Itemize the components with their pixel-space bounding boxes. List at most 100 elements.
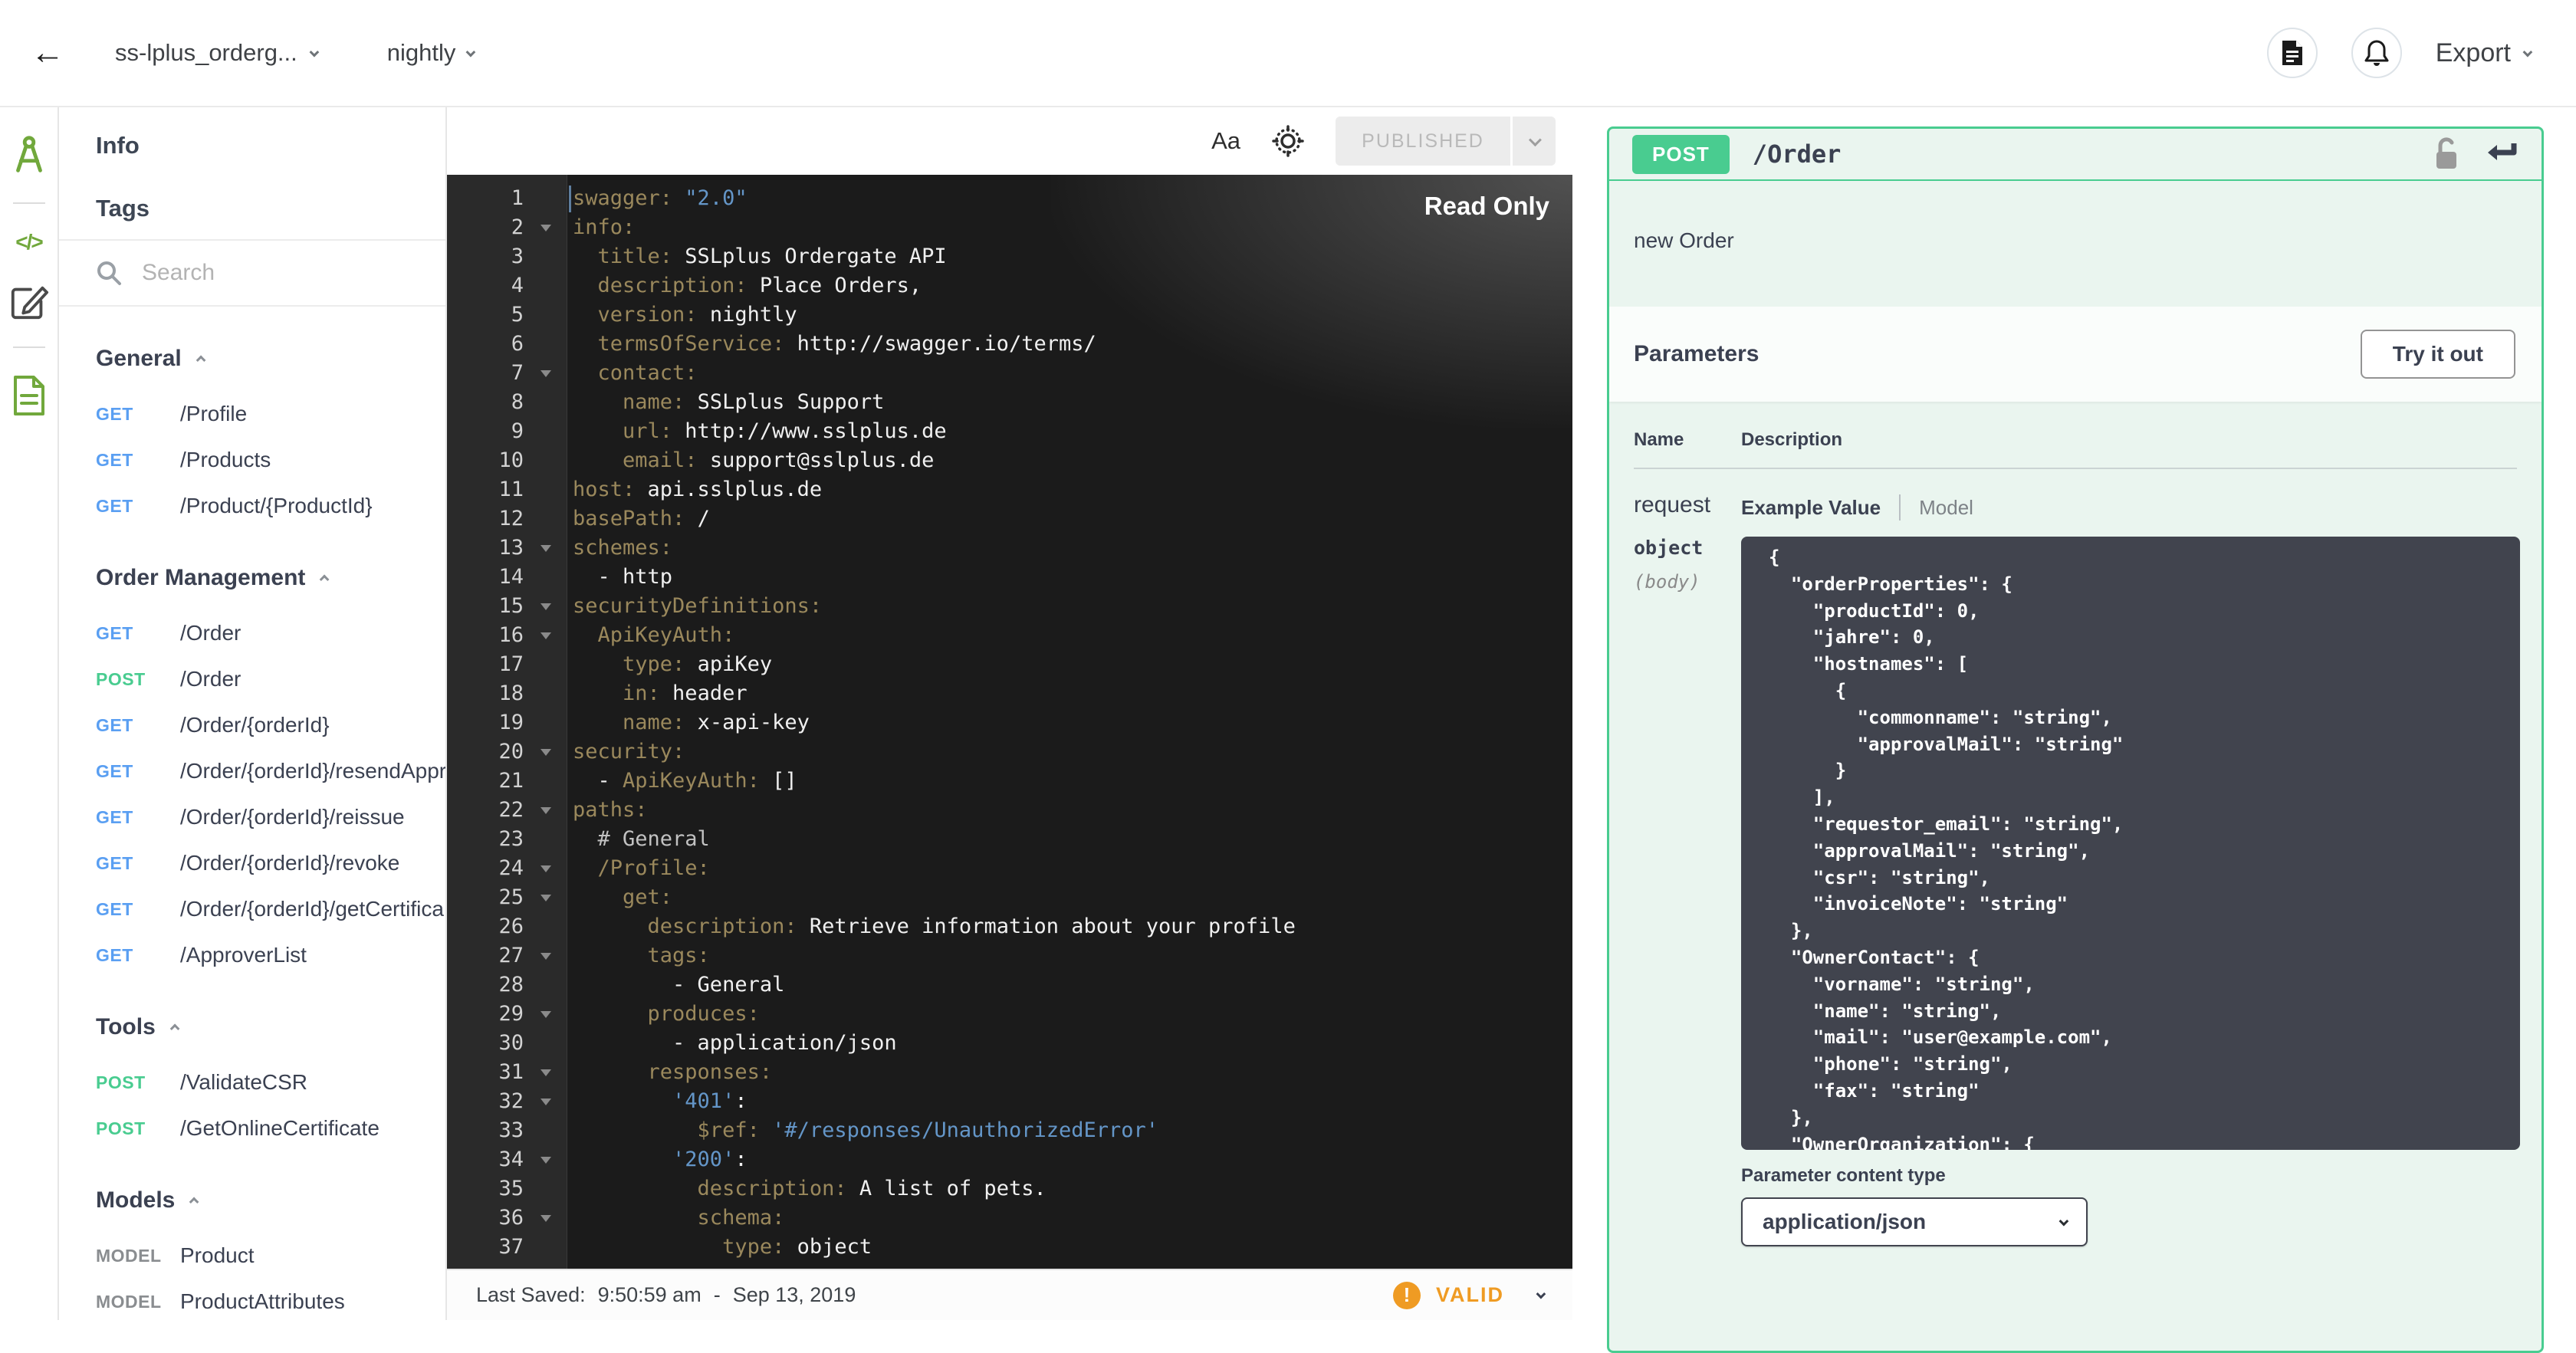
fold-arrow-icon[interactable]: [524, 941, 567, 970]
example-json-line: "hostnames": [: [1769, 653, 1969, 675]
deep-link-return-icon[interactable]: [2485, 140, 2518, 168]
sidebar-endpoint[interactable]: MODEL ProductAttributes: [96, 1279, 445, 1320]
sidebar-endpoint[interactable]: POST/ValidateCSR: [96, 1059, 445, 1105]
published-caret-button[interactable]: [1513, 117, 1556, 166]
search-input[interactable]: [142, 260, 402, 286]
sidebar-item-info[interactable]: Info: [96, 113, 445, 178]
sidebar-endpoint[interactable]: GET/Order/{orderId}: [96, 702, 445, 748]
tab-example-value[interactable]: Example Value: [1741, 496, 1881, 520]
sidebar-endpoint[interactable]: GET/Order/{orderId}/resendAppr: [96, 748, 445, 794]
sidebar-endpoint[interactable]: GET/Order/{orderId}/revoke: [96, 840, 445, 886]
content-type-select[interactable]: application/json: [1741, 1197, 2088, 1246]
section-title-tools[interactable]: Tools: [96, 1006, 445, 1049]
example-json-line: "jahre": 0,: [1769, 626, 1935, 649]
sidebar-endpoint[interactable]: GET/Products: [96, 437, 445, 483]
code-line: 14 - http: [447, 563, 1572, 592]
example-json-line: "approvalMail": "string",: [1769, 839, 2091, 862]
code-line: 33 $ref: '#/responses/UnauthorizedError': [447, 1116, 1572, 1145]
design-compass-icon[interactable]: [7, 133, 51, 178]
fold-arrow-icon[interactable]: [524, 534, 567, 563]
operation-header[interactable]: POST /Order: [1609, 129, 2542, 181]
fold-arrow-icon[interactable]: [524, 854, 567, 883]
unlock-icon[interactable]: [2431, 135, 2462, 173]
code-line: 32 '401':: [447, 1087, 1572, 1116]
fold-arrow-icon[interactable]: [524, 621, 567, 650]
example-value-code-block[interactable]: { "orderProperties": { "productId": 0, "…: [1741, 537, 2520, 1150]
fold-arrow-icon[interactable]: [524, 1058, 567, 1087]
sidebar-section: General GET/Profile GET/Products GET/Produc…: [96, 337, 445, 529]
fold-arrow-icon[interactable]: [524, 213, 567, 242]
fold-arrow-icon[interactable]: [524, 1204, 567, 1233]
column-header-description: Description: [1741, 429, 1843, 450]
sidebar-endpoint[interactable]: GET/ApproverList: [96, 932, 445, 978]
line-number: 16: [498, 623, 524, 647]
published-button[interactable]: PUBLISHED: [1336, 117, 1510, 166]
editor-status-bar: Last Saved: 9:50:59 am - Sep 13, 2019 ! …: [447, 1269, 1572, 1320]
sidebar-endpoint[interactable]: GET/Order/{orderId}/reissue: [96, 794, 445, 840]
code-editor-icon[interactable]: </>: [15, 230, 44, 255]
theme-toggle-button[interactable]: [1271, 124, 1305, 158]
code-line: 25 get:: [447, 883, 1572, 912]
fold-gutter: [524, 300, 567, 330]
fold-arrow-icon[interactable]: [524, 592, 567, 621]
fold-arrow-icon[interactable]: [524, 1145, 567, 1174]
sidebar-endpoint[interactable]: MODEL Product: [96, 1233, 445, 1279]
api-title-dropdown[interactable]: ss-lplus_orderg...: [115, 39, 320, 67]
chevron-down-icon: [1528, 133, 1542, 147]
method-badge: GET: [96, 714, 133, 735]
font-settings-button[interactable]: Aa: [1211, 127, 1240, 155]
line-number: 29: [498, 1002, 524, 1026]
fold-arrow-icon[interactable]: [524, 1087, 567, 1116]
line-number: 22: [498, 798, 524, 822]
back-arrow-icon[interactable]: ←: [31, 34, 64, 72]
fold-arrow-icon[interactable]: [524, 1000, 567, 1029]
example-json-line: "mail": "user@example.com",: [1769, 1026, 2112, 1049]
chevron-up-icon: [320, 574, 330, 584]
version-dropdown[interactable]: nightly: [387, 39, 476, 67]
method-badge: GET: [96, 944, 133, 965]
code-line: 2 info:: [447, 213, 1572, 242]
sidebar-endpoint[interactable]: POST/GetOnlineCertificate: [96, 1105, 445, 1151]
fold-arrow-icon[interactable]: [524, 737, 567, 767]
method-badge: POST: [96, 668, 146, 689]
sidebar-endpoint[interactable]: POST/Order: [96, 656, 445, 702]
document-page-icon[interactable]: [12, 374, 46, 417]
parameter-type: object: [1634, 537, 1704, 559]
line-number: 37: [498, 1235, 524, 1259]
fold-gutter: [524, 1233, 567, 1262]
search-icon: [96, 260, 122, 286]
sidebar-endpoint[interactable]: GET/Order/{orderId}/getCertifica: [96, 886, 445, 932]
content-type-value: application/json: [1763, 1210, 1927, 1233]
validation-status[interactable]: ! VALID: [1393, 1281, 1546, 1309]
notifications-button[interactable]: [2351, 28, 2402, 78]
fold-arrow-icon[interactable]: [524, 359, 567, 388]
try-it-out-button[interactable]: Try it out: [2360, 330, 2515, 379]
tab-model[interactable]: Model: [1919, 496, 1973, 520]
sidebar-endpoint[interactable]: GET/Profile: [96, 391, 445, 437]
example-json-line: "invoiceNote": "string": [1769, 893, 2068, 915]
line-number: 24: [498, 856, 524, 880]
code-line: 5 version: nightly: [447, 300, 1572, 330]
example-json-line: "orderProperties": {: [1769, 573, 2013, 595]
section-title-general[interactable]: General: [96, 337, 445, 380]
sidebar-item-tags[interactable]: Tags: [96, 178, 445, 239]
fold-arrow-icon[interactable]: [524, 883, 567, 912]
section-title-order-management[interactable]: Order Management: [96, 557, 445, 599]
parameter-row-request: request object (body) Example Value Mode…: [1634, 492, 2520, 1246]
method-badge: POST: [96, 1118, 146, 1138]
code-editor[interactable]: 1 swagger: "2.0" 2 info: 3 title: SSLplus Or…: [447, 175, 1572, 1269]
fold-arrow-icon[interactable]: [524, 796, 567, 825]
sidebar-endpoint[interactable]: GET/Product/{ProductId}: [96, 483, 445, 529]
export-dropdown[interactable]: Export: [2436, 38, 2533, 68]
operation-panel-post-order: POST /Order new Order Parameters Try it …: [1607, 126, 2544, 1353]
code-line: 24 /Profile:: [447, 854, 1572, 883]
method-badge: GET: [96, 760, 133, 781]
docs-button[interactable]: [2266, 28, 2318, 78]
sidebar-endpoint[interactable]: GET/Order: [96, 610, 445, 656]
fold-gutter: [524, 388, 567, 417]
edit-icon[interactable]: [8, 281, 50, 322]
section-title-models[interactable]: Models: [96, 1179, 445, 1222]
parameters-section-header: Parameters Try it out: [1609, 307, 2542, 402]
example-json-line: {: [1769, 547, 1780, 568]
line-number: 12: [498, 507, 524, 530]
